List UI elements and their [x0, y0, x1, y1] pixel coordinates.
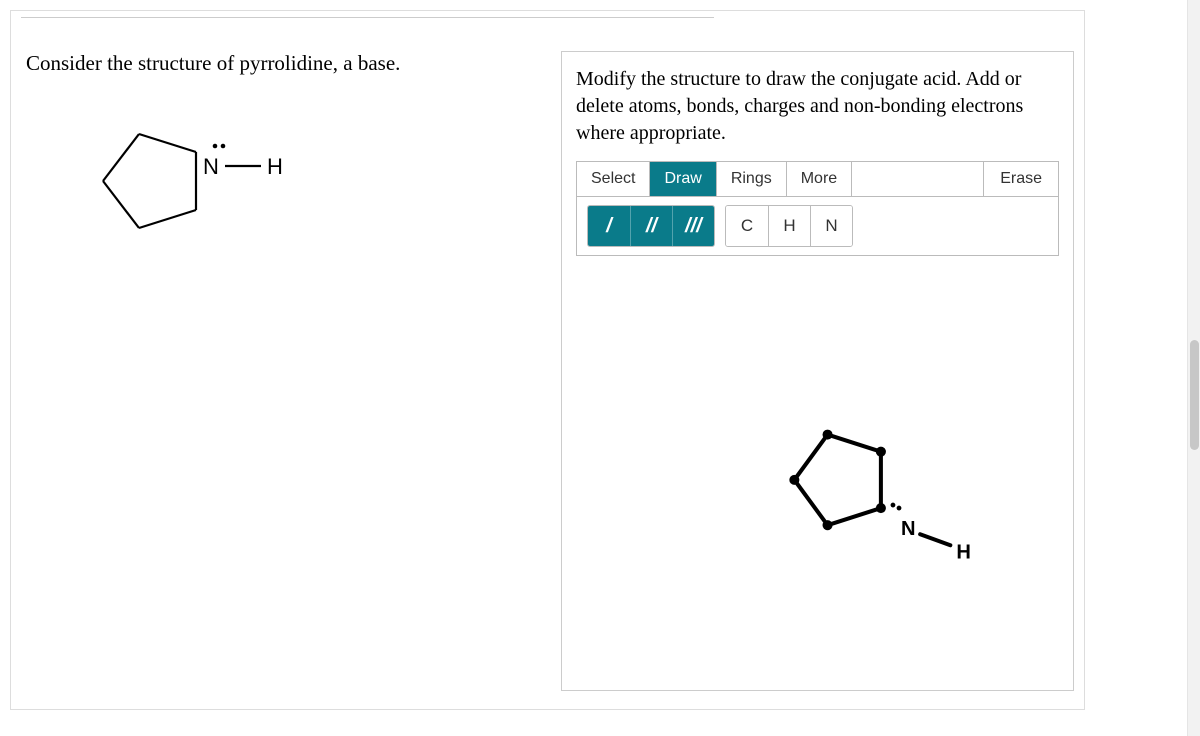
tab-erase[interactable]: Erase: [984, 162, 1058, 196]
atom-n-button[interactable]: N: [810, 206, 852, 246]
atom-c-button[interactable]: C: [726, 206, 768, 246]
triple-bond-button[interactable]: ///: [672, 206, 714, 246]
question-prompt-column: Consider the structure of pyrrolidine, a…: [21, 51, 531, 691]
single-bond-icon: /: [606, 215, 612, 238]
separator-line: [21, 17, 714, 18]
atom-h-button[interactable]: H: [768, 206, 810, 246]
instruction-text: Modify the structure to draw the conjuga…: [576, 66, 1059, 147]
tab-spacer: [852, 162, 984, 196]
bond-button-group: / // ///: [587, 205, 715, 247]
scrollbar-thumb[interactable]: [1190, 340, 1199, 450]
page-scrollbar[interactable]: [1187, 0, 1200, 736]
drawing-canvas[interactable]: N H: [576, 256, 1059, 694]
atom-n-label: N: [203, 154, 219, 179]
drawing-toolbar: Select Draw Rings More Erase / // /// C: [576, 161, 1059, 256]
canvas-atom-n: N: [901, 518, 916, 540]
tab-more[interactable]: More: [787, 162, 852, 196]
toolbar-tool-row: / // /// C H N: [577, 197, 1058, 255]
prompt-text: Consider the structure of pyrrolidine, a…: [26, 51, 531, 76]
drawing-panel: Modify the structure to draw the conjuga…: [561, 51, 1074, 691]
question-area: Consider the structure of pyrrolidine, a…: [11, 51, 1084, 691]
double-bond-icon: //: [646, 215, 657, 238]
single-bond-button[interactable]: /: [588, 206, 630, 246]
question-container: Consider the structure of pyrrolidine, a…: [10, 10, 1085, 710]
atom-h-label: H: [267, 154, 283, 179]
tab-select[interactable]: Select: [577, 162, 650, 196]
triple-bond-icon: ///: [685, 215, 702, 238]
double-bond-button[interactable]: //: [630, 206, 672, 246]
canvas-atom-h: H: [956, 541, 971, 563]
atom-button-group: C H N: [725, 205, 853, 247]
tab-rings[interactable]: Rings: [717, 162, 787, 196]
pyrrolidine-structure: N H: [41, 106, 301, 256]
canvas-molecule: N H: [576, 256, 1059, 694]
tab-draw[interactable]: Draw: [650, 162, 716, 196]
toolbar-tab-row: Select Draw Rings More Erase: [577, 162, 1058, 197]
